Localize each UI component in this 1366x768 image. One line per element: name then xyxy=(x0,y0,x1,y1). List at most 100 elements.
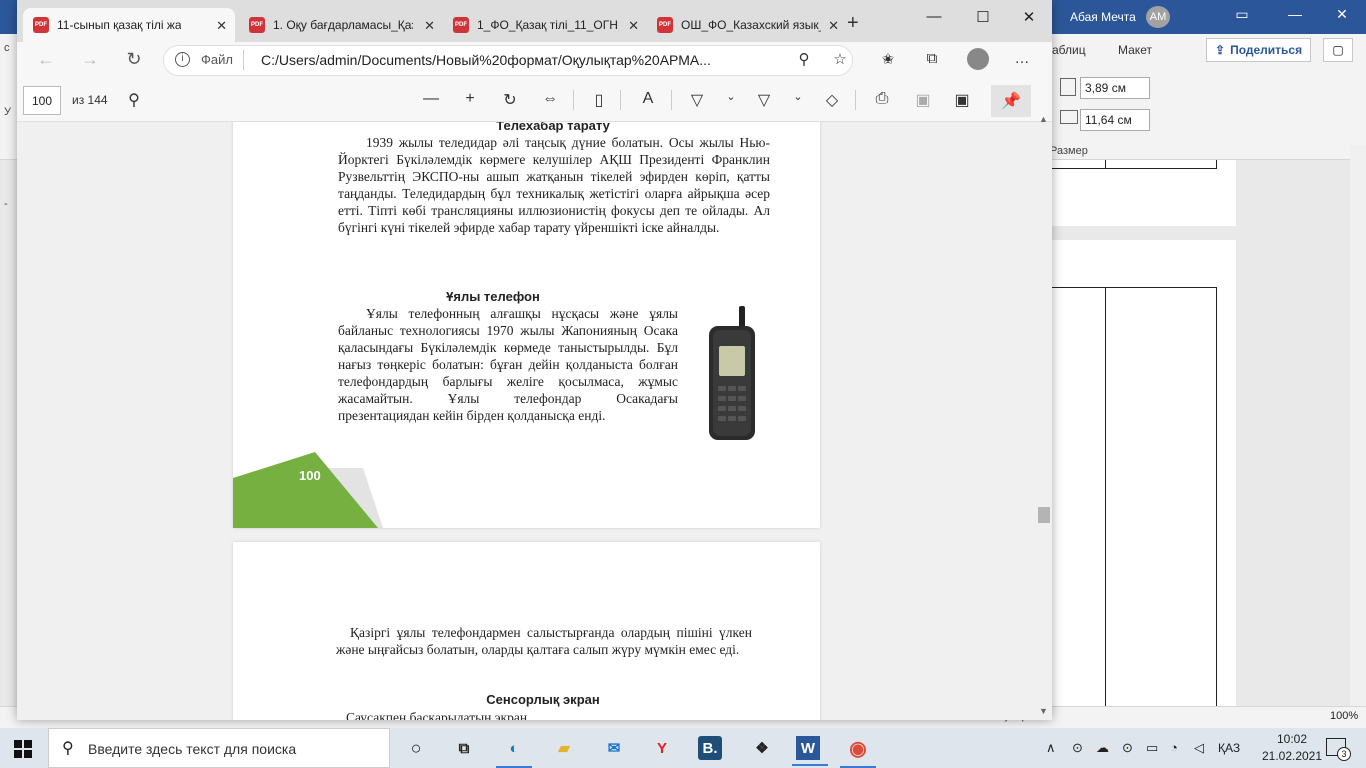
zoom-icon[interactable]: ⚲ xyxy=(791,50,817,68)
width-field[interactable]: 11,64 см xyxy=(1080,109,1150,131)
rotate-icon[interactable]: ↻ xyxy=(498,90,522,110)
share-button[interactable]: ⇪ Поделиться xyxy=(1206,38,1312,62)
b-app-icon[interactable]: B. xyxy=(698,736,722,760)
pin-toolbar-button[interactable]: 📌 xyxy=(991,85,1031,117)
close-icon[interactable]: ✕ xyxy=(828,18,839,34)
info-icon[interactable]: i xyxy=(175,52,190,67)
pdf-icon: PDF xyxy=(249,17,265,33)
yandex-icon[interactable]: Y xyxy=(648,734,676,762)
draw-icon[interactable]: ▽ xyxy=(685,90,709,110)
scroll-up-icon[interactable]: ▲ xyxy=(1039,114,1048,124)
pdf-viewer[interactable]: Телехабар тарату 1939 жылы теледидар әлі… xyxy=(17,122,1052,720)
collections-icon[interactable]: ⧉ xyxy=(919,50,945,67)
browser-tab[interactable]: PDF ОШ_ФО_Казахский язык_ ✕ xyxy=(647,8,847,42)
search-icon[interactable]: ⚲ xyxy=(122,90,146,110)
pdf-page: Қазіргі ұялы телефондармен салыстырғанда… xyxy=(233,542,820,720)
pdf-scrollbar[interactable] xyxy=(1037,122,1052,720)
browser-tab[interactable]: PDF 1. Оқу бағдарламасы_Қаз ✕ xyxy=(239,8,443,42)
close-icon[interactable]: ✕ xyxy=(424,18,435,34)
battery-icon[interactable]: ▭ xyxy=(1146,740,1158,756)
ribbon-display-icon[interactable]: ▭ xyxy=(1230,6,1254,23)
scrollbar-thumb[interactable] xyxy=(1038,507,1050,523)
profile-avatar[interactable] xyxy=(967,48,989,70)
refresh-icon[interactable]: ↻ xyxy=(121,49,147,70)
print-icon[interactable]: ⎙ xyxy=(870,90,894,108)
notifications-icon[interactable]: 3 xyxy=(1326,738,1351,761)
chevron-down-icon[interactable]: ⌄ xyxy=(719,90,743,103)
eraser-icon[interactable]: ◇ xyxy=(820,90,844,110)
word-page xyxy=(1050,240,1236,720)
word-user-avatar[interactable]: АМ xyxy=(1146,6,1170,28)
clock-date[interactable]: 21.02.2021 xyxy=(1258,749,1326,763)
edge-window: PDF 11-сынып қазақ тілі жара ✕ PDF 1. Оқ… xyxy=(17,0,1052,720)
tab-title: 1. Оқу бағдарламасы_Қаз xyxy=(273,18,413,32)
comment-button[interactable]: ▢ xyxy=(1323,38,1353,62)
onedrive-icon[interactable]: ☁ xyxy=(1096,740,1109,756)
fit-width-icon[interactable]: ⇔ xyxy=(538,90,562,108)
file-explorer-icon[interactable]: ▰ xyxy=(550,734,578,762)
mail-icon[interactable]: ✉ xyxy=(600,734,628,762)
chevron-up-icon[interactable]: ∧ xyxy=(1046,740,1056,756)
section-heading: Ұялы телефон xyxy=(446,289,540,304)
read-aloud-icon[interactable]: A xyxy=(636,90,660,108)
word-user-name[interactable]: Абая Мечта xyxy=(1070,10,1136,24)
volume-icon[interactable]: ◁ xyxy=(1194,740,1204,756)
section-heading: Телехабар тарату xyxy=(496,122,610,133)
zoom-out-icon[interactable]: — xyxy=(419,90,443,108)
add-favorite-icon[interactable]: ☆ xyxy=(827,50,853,68)
clock-time[interactable]: 10:02 xyxy=(1264,732,1320,746)
section-heading: Сенсорлық экран xyxy=(486,692,600,707)
forward-icon[interactable]: → xyxy=(77,49,103,70)
cortana-icon[interactable]: ○ xyxy=(402,734,430,762)
tray-icon[interactable]: ⊙ xyxy=(1072,740,1083,756)
word-icon[interactable]: W xyxy=(792,736,828,766)
network-icon[interactable]: ◔ xyxy=(1170,740,1178,755)
favorites-icon[interactable]: ✬ xyxy=(875,50,901,68)
browser-tab[interactable]: PDF 11-сынып қазақ тілі жара ✕ xyxy=(23,8,235,42)
word-scrollbar[interactable] xyxy=(1350,145,1366,715)
ribbon-fragment: У xyxy=(4,106,11,118)
highlight-icon[interactable]: ▽ xyxy=(752,90,776,110)
word-minimize-icon[interactable]: — xyxy=(1283,6,1307,22)
taskbar-search-placeholder[interactable]: Введите здесь текст для поиска xyxy=(88,741,296,757)
windows-start-icon[interactable] xyxy=(14,740,32,758)
close-window-icon[interactable]: ✕ xyxy=(1014,8,1044,26)
save-icon: ▣ xyxy=(915,92,931,109)
page-number: 100 xyxy=(299,468,321,483)
chevron-down-icon[interactable]: ⌄ xyxy=(786,90,810,103)
task-view-icon[interactable]: ⧉ xyxy=(450,734,478,762)
input-language[interactable]: ҚАЗ xyxy=(1218,741,1240,755)
pdf-icon: PDF xyxy=(453,17,469,33)
page-view-icon[interactable]: ▯ xyxy=(587,90,611,110)
word-close-icon[interactable]: ✕ xyxy=(1330,6,1354,23)
maximize-icon[interactable]: ☐ xyxy=(968,8,998,26)
pdf-page: Телехабар тарату 1939 жылы теледидар әлі… xyxy=(233,122,820,528)
page-count: из 144 xyxy=(72,93,108,107)
edge-icon[interactable]: ◐ xyxy=(496,734,532,768)
tab-table[interactable]: аблиц xyxy=(1052,43,1086,57)
tray-icon[interactable]: ⊙ xyxy=(1122,740,1133,756)
paragraph: Ұялы телефонның алғашқы нұсқасы және ұял… xyxy=(338,306,678,423)
close-icon[interactable]: ✕ xyxy=(216,18,227,34)
browser-tab[interactable]: PDF 1_ФО_Қазақ тілі_11_ОГН. ✕ xyxy=(443,8,647,42)
page-number-input[interactable]: 100 xyxy=(23,86,61,115)
chrome-icon[interactable]: ◉ xyxy=(840,734,876,768)
pdf-icon: PDF xyxy=(657,17,673,33)
height-field[interactable]: 3,89 см xyxy=(1080,77,1150,99)
close-icon[interactable]: ✕ xyxy=(628,18,639,34)
address-url[interactable]: C:/Users/admin/Documents/Новый%20формат/… xyxy=(261,52,711,68)
more-icon[interactable]: … xyxy=(1009,50,1035,67)
minimize-icon[interactable]: — xyxy=(919,8,949,25)
scroll-down-icon[interactable]: ▼ xyxy=(1039,706,1048,716)
taskbar: ⚲ Введите здесь текст для поиска ○ ⧉ ◐ ▰… xyxy=(0,728,1366,768)
tab-layout[interactable]: Макет xyxy=(1118,43,1152,57)
zoom-level[interactable]: 100% xyxy=(1330,710,1358,722)
tab-title: 1_ФО_Қазақ тілі_11_ОГН. xyxy=(477,18,617,32)
back-icon[interactable]: ← xyxy=(33,49,59,70)
save-as-icon[interactable]: ▣ xyxy=(950,90,974,110)
new-tab-icon[interactable]: + xyxy=(847,12,859,35)
zoom-in-icon[interactable]: + xyxy=(458,90,482,108)
pin-icon: 📌 xyxy=(1001,93,1021,110)
dropbox-icon[interactable]: ❖ xyxy=(748,734,776,762)
mobile-phone-image xyxy=(709,306,755,440)
